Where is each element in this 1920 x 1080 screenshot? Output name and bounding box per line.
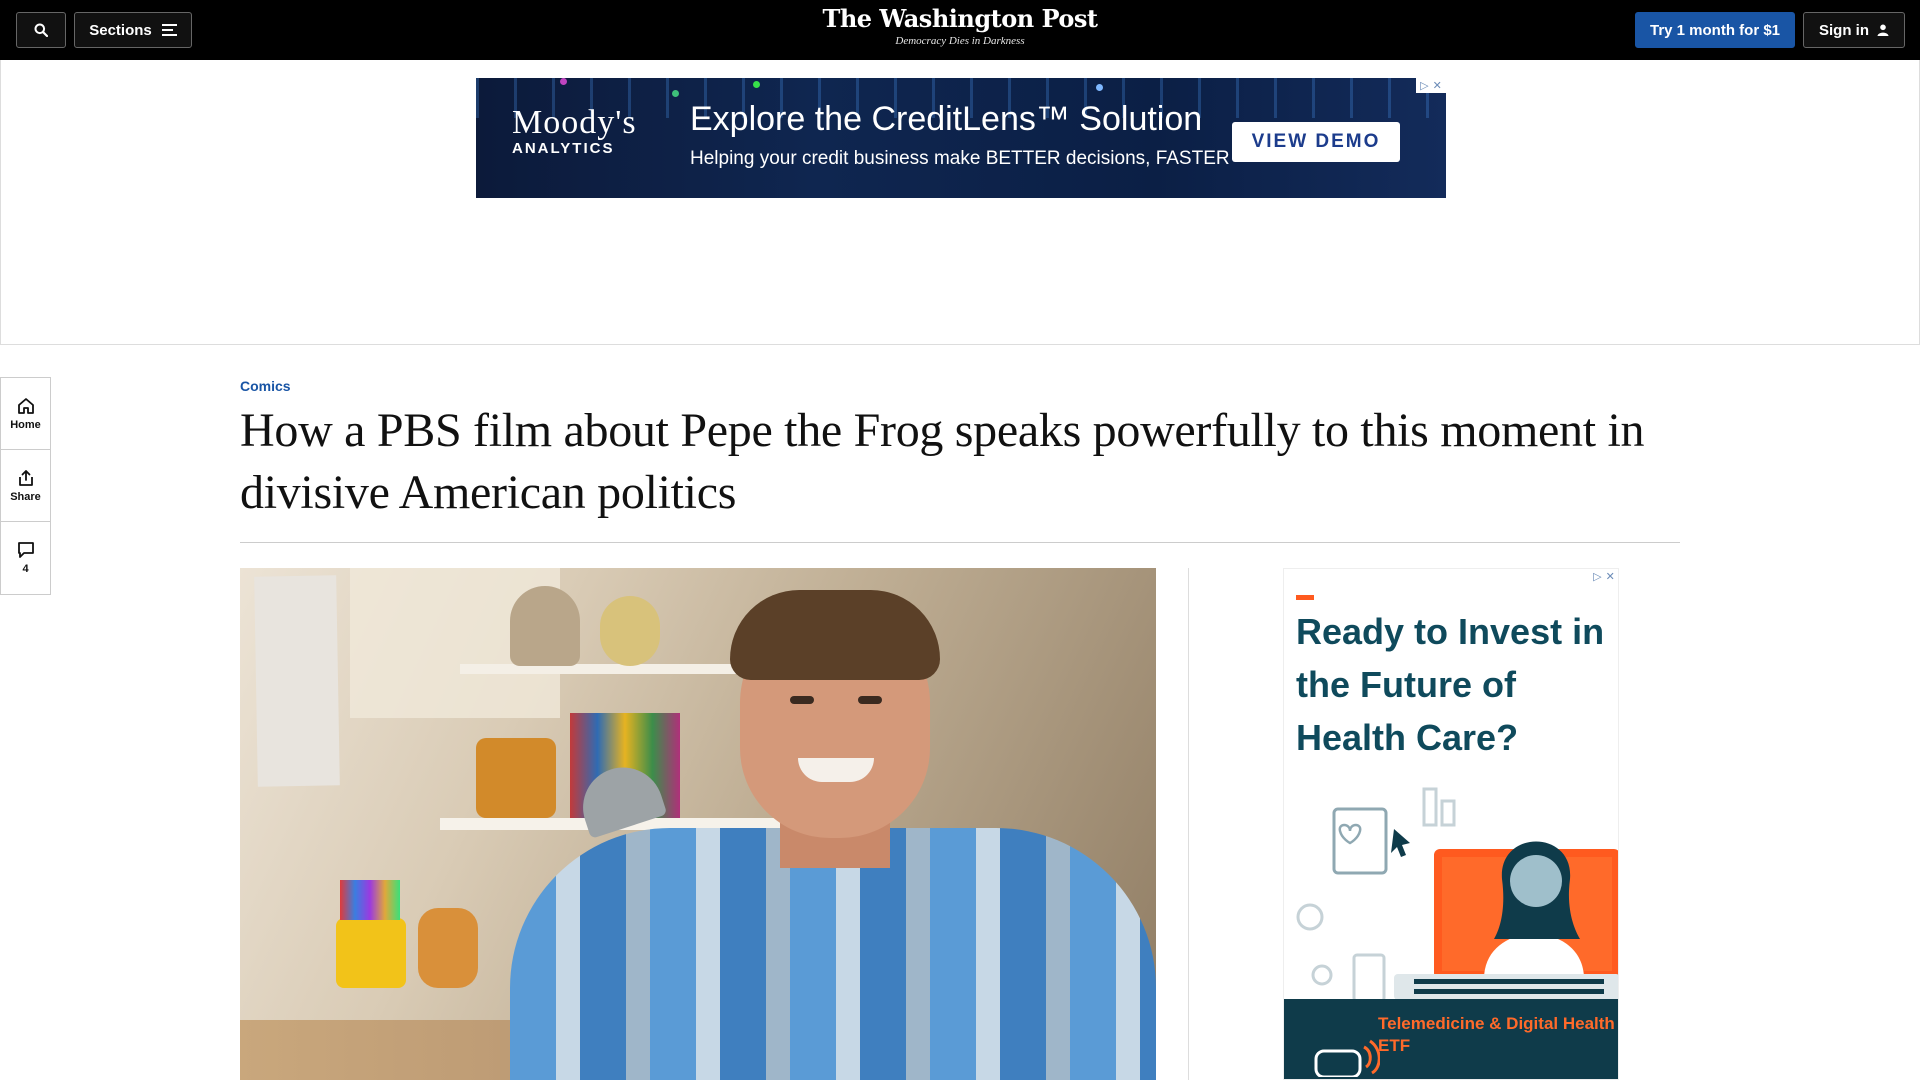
side-ad-footer-text: Telemedicine & Digital Health ETF: [1378, 1014, 1615, 1055]
article-kicker-link[interactable]: Comics: [240, 378, 291, 394]
left-share-rail: Home Share 4: [0, 377, 51, 595]
ad-decor-dot: [560, 78, 567, 85]
photo-wall-paper: [254, 575, 340, 787]
ad-logo-main: Moody's: [512, 104, 637, 141]
brand-tagline: Democracy Dies in Darkness: [895, 35, 1025, 47]
ad-decor-dot: [672, 90, 679, 97]
ad-brand-logo: Moody's ANALYTICS: [512, 104, 637, 157]
search-icon: [34, 23, 48, 37]
ad-subline: Helping your credit business make BETTER…: [690, 148, 1230, 169]
article-headline: How a PBS film about Pepe the Frog speak…: [240, 404, 1645, 519]
telehealth-phone-icon: [1314, 1039, 1380, 1077]
brand-name: The Washington Post: [822, 4, 1098, 33]
photo-person-eye: [790, 696, 814, 704]
ad-decor-dot: [753, 81, 760, 88]
share-icon: [18, 469, 33, 486]
sections-menu-button[interactable]: Sections: [74, 12, 192, 48]
home-icon: [17, 397, 34, 414]
ad-decor-dot: [1096, 84, 1103, 91]
rail-share-label: Share: [10, 490, 41, 503]
ad-view-demo-button[interactable]: VIEW DEMO: [1232, 122, 1400, 162]
subscribe-button[interactable]: Try 1 month for $1: [1635, 12, 1795, 48]
photo-yellow-mug: [336, 918, 406, 988]
rail-comments-count: 4: [22, 563, 29, 575]
ad-choices-icon: ▷: [1420, 79, 1429, 92]
ad-accent-bar: [1296, 595, 1314, 600]
ad-logo-sub: ANALYTICS: [512, 140, 615, 157]
top-navigation-bar: Sections The Washington Post Democracy D…: [0, 0, 1920, 60]
photo-person-smile: [798, 758, 874, 782]
sidebar-ad[interactable]: ▷ ✕ Ready to Invest in the Future of Hea…: [1283, 568, 1619, 1080]
sign-in-label: Sign in: [1819, 21, 1869, 39]
subscribe-label: Try 1 month for $1: [1649, 21, 1781, 39]
rail-share-button[interactable]: Share: [1, 450, 50, 522]
sections-label: Sections: [89, 21, 152, 39]
rail-home-button[interactable]: Home: [1, 378, 50, 450]
photo-plush-toy: [600, 596, 660, 666]
photo-person-eye: [858, 696, 882, 704]
photo-orange-figure: [418, 908, 478, 988]
search-button[interactable]: [16, 12, 66, 48]
column-divider: [1188, 568, 1189, 1080]
lead-photo[interactable]: [240, 568, 1156, 1080]
close-icon[interactable]: ✕: [1606, 570, 1615, 583]
headline-divider: [240, 542, 1680, 543]
close-icon[interactable]: ✕: [1433, 79, 1442, 92]
ad-choices-icon: ▷: [1593, 570, 1602, 583]
photo-person-hair: [730, 590, 940, 680]
side-ad-headline: Ready to Invest in the Future of Health …: [1296, 611, 1605, 758]
photo-plush-toy: [510, 586, 580, 666]
ad-choices-badge[interactable]: ▷ ✕: [1589, 569, 1618, 584]
photo-markers: [340, 880, 400, 920]
ad-choices-badge[interactable]: ▷ ✕: [1416, 78, 1446, 93]
photo-figurine: [476, 738, 556, 818]
top-ad-container: Moody's ANALYTICS Explore the CreditLens…: [0, 60, 1920, 345]
sign-in-button[interactable]: Sign in: [1803, 12, 1905, 48]
user-icon: [1877, 24, 1889, 36]
site-logo[interactable]: The Washington Post Democracy Dies in Da…: [760, 4, 1160, 48]
rail-comments-button[interactable]: 4: [1, 522, 50, 594]
doctor-laptop-illustration: [1296, 787, 1618, 1003]
comment-icon: [17, 542, 34, 558]
top-ad-banner[interactable]: Moody's ANALYTICS Explore the CreditLens…: [476, 78, 1446, 198]
rail-home-label: Home: [10, 418, 41, 431]
menu-icon: [161, 24, 177, 36]
ad-headline: Explore the CreditLens™ Solution: [690, 100, 1203, 138]
